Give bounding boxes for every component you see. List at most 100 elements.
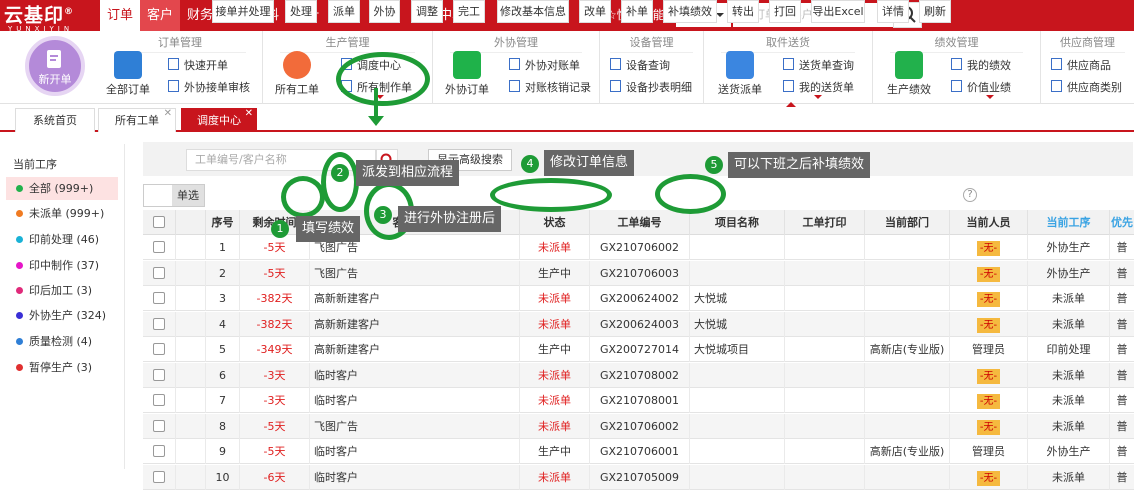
- value-performance-button[interactable]: 价值业绩: [951, 79, 1011, 95]
- cell-value: 外协生产: [1046, 445, 1091, 458]
- row-select-cell[interactable]: [143, 260, 176, 286]
- filter-postpress[interactable]: 印后加工 (3): [6, 279, 118, 302]
- fill-performance-button[interactable]: 补填绩效: [663, 0, 717, 23]
- all-orders-button[interactable]: 全部订单: [106, 51, 150, 97]
- col-person[interactable]: 当前人员: [950, 210, 1028, 235]
- change-order-button[interactable]: 改单: [579, 0, 611, 23]
- row-select-cell[interactable]: [143, 362, 176, 388]
- my-performance-button[interactable]: 我的绩效: [951, 57, 1011, 73]
- reject-button[interactable]: 打回: [769, 0, 801, 23]
- checkbox[interactable]: [153, 368, 165, 381]
- row-select-cell[interactable]: [143, 337, 176, 362]
- checkbox[interactable]: [153, 470, 165, 483]
- col-process[interactable]: 当前工序: [1028, 210, 1110, 235]
- quick-order-button[interactable]: 快速开单: [168, 57, 228, 73]
- cell-value: -349天: [256, 343, 293, 356]
- cell-value: GX210706002: [599, 419, 680, 433]
- production-performance-button[interactable]: 生产绩效: [885, 51, 933, 97]
- adjust-button[interactable]: 调整: [411, 0, 443, 23]
- row-select-cell[interactable]: [143, 311, 176, 337]
- checkbox[interactable]: [153, 343, 165, 355]
- reconcile-records-button[interactable]: 对账核销记录: [509, 79, 591, 95]
- outsource-orders-button[interactable]: 外协订单: [445, 51, 489, 97]
- complete-button[interactable]: 完工: [453, 0, 485, 23]
- table-row[interactable]: 3 -382天 高新新建客户 未派单 GX200624002 大悦城 -无- 未派单 普: [143, 286, 1134, 311]
- delivery-dispatch-button[interactable]: 送货派单: [716, 51, 764, 97]
- filter-quality[interactable]: 质量检测 (4): [6, 330, 118, 353]
- col-workorder-id[interactable]: 工单编号: [590, 210, 690, 235]
- tab-home[interactable]: 系统首页: [15, 108, 95, 132]
- checkbox[interactable]: [153, 241, 165, 253]
- nav-customer[interactable]: 客户: [140, 0, 181, 31]
- new-order-button[interactable]: 新开单: [25, 36, 85, 96]
- supplier-category-button[interactable]: 供应商类别: [1051, 79, 1122, 95]
- filter-paused[interactable]: 暂停生产 (3): [6, 356, 118, 379]
- checkbox[interactable]: [153, 445, 165, 457]
- checkbox[interactable]: [153, 266, 165, 279]
- cell-pr: 普: [1110, 337, 1134, 362]
- my-delivery-button[interactable]: 我的送货单: [783, 79, 854, 95]
- row-select-cell[interactable]: [143, 286, 176, 311]
- single-select-toggle[interactable]: 单选: [143, 184, 205, 207]
- table-row[interactable]: 10 -6天 临时客户 未派单 GX210705009 -无- 未派单 普: [143, 464, 1134, 490]
- equipment-meter-button[interactable]: 设备抄表明细: [610, 79, 692, 95]
- refresh-button[interactable]: 刷新: [919, 0, 951, 23]
- table-row[interactable]: 4 -382天 高新新建客户 未派单 GX200624003 大悦城 -无- 未派单 普: [143, 311, 1134, 337]
- edit-basic-info-button[interactable]: 修改基本信息: [497, 0, 569, 23]
- checkbox[interactable]: [153, 394, 165, 406]
- row-select-cell[interactable]: [143, 388, 176, 413]
- chevron-down-icon[interactable]: [814, 95, 822, 103]
- equipment-query-button[interactable]: 设备查询: [610, 57, 670, 73]
- table-row[interactable]: 1 -5天 飞图广告 未派单 GX210706002 -无- 外协生产 普: [143, 235, 1134, 260]
- cell-value: 管理员: [972, 445, 1005, 458]
- filter-undispatched[interactable]: 未派单 (999+): [6, 202, 118, 225]
- table-row[interactable]: 9 -5天 临时客户 生产中 GX210706001 高新店(专业版) 管理员 外协生产 普: [143, 439, 1134, 464]
- row-select-cell[interactable]: [143, 464, 176, 490]
- filter-outsourced[interactable]: 外协生产 (324): [6, 304, 118, 327]
- all-workorders-button[interactable]: 所有工单: [275, 51, 319, 97]
- table-row[interactable]: 6 -3天 临时客户 未派单 GX210708002 -无- 未派单 普: [143, 362, 1134, 388]
- table-row[interactable]: 7 -3天 临时客户 未派单 GX210708001 -无- 未派单 普: [143, 388, 1134, 413]
- help-icon[interactable]: ?: [963, 188, 977, 202]
- filter-prepress[interactable]: 印前处理 (46): [6, 228, 118, 251]
- outsource-review-button[interactable]: 外协接单审核: [168, 79, 250, 95]
- row-select-cell[interactable]: [143, 439, 176, 464]
- col-department[interactable]: 当前部门: [865, 210, 950, 235]
- checkbox[interactable]: [153, 216, 165, 228]
- checkbox[interactable]: [153, 317, 165, 330]
- filter-printing[interactable]: 印中制作 (37): [6, 254, 118, 277]
- tab-all-workorders[interactable]: 所有工单 ✕: [98, 108, 176, 132]
- outsource-statement-button[interactable]: 外协对账单: [509, 57, 580, 73]
- transfer-out-button[interactable]: 转出: [727, 0, 759, 23]
- row-select-cell[interactable]: [143, 413, 176, 439]
- cell-u: 管理员: [950, 337, 1028, 362]
- close-icon[interactable]: ✕: [164, 102, 172, 126]
- dot-icon: [16, 236, 23, 243]
- dispatch-center-button[interactable]: 调度中心: [341, 57, 401, 73]
- select-all-cell[interactable]: [143, 210, 176, 235]
- table-row[interactable]: 5 -349天 高新新建客户 生产中 GX200727014 大悦城项目 高新店(专业版) 管…: [143, 337, 1134, 362]
- cell-value: 未派单: [1052, 419, 1085, 433]
- row-select-cell[interactable]: [143, 235, 176, 260]
- detail-button[interactable]: 详情: [877, 0, 909, 23]
- supplier-goods-button[interactable]: 供应商品: [1051, 57, 1111, 73]
- filter-all[interactable]: 全部 (999+): [6, 177, 118, 200]
- close-icon[interactable]: ✕: [245, 102, 253, 126]
- reissue-button[interactable]: 补单: [621, 0, 653, 23]
- checkbox[interactable]: [153, 419, 165, 432]
- col-status[interactable]: 状态: [520, 210, 590, 235]
- table-row[interactable]: 8 -5天 飞图广告 未派单 GX210706002 -无- 未派单 普: [143, 413, 1134, 439]
- process-button[interactable]: 处理: [285, 0, 317, 23]
- accept-process-button[interactable]: 接单并处理: [212, 0, 274, 23]
- col-priority[interactable]: 优先: [1110, 210, 1134, 235]
- col-project[interactable]: 项目名称: [690, 210, 785, 235]
- dispatch-button[interactable]: 派单: [328, 0, 360, 23]
- table-row[interactable]: 2 -5天 飞图广告 生产中 GX210706003 -无- 外协生产 普: [143, 260, 1134, 286]
- outsource-button[interactable]: 外协: [369, 0, 400, 23]
- checkbox[interactable]: [153, 292, 165, 304]
- nav-order[interactable]: 订单: [100, 0, 141, 31]
- chevron-down-icon[interactable]: [986, 95, 994, 103]
- export-excel-button[interactable]: 导出Excel: [811, 0, 865, 23]
- tab-dispatch-center[interactable]: 调度中心 ✕: [181, 108, 257, 132]
- delivery-query-button[interactable]: 送货单查询: [783, 57, 854, 73]
